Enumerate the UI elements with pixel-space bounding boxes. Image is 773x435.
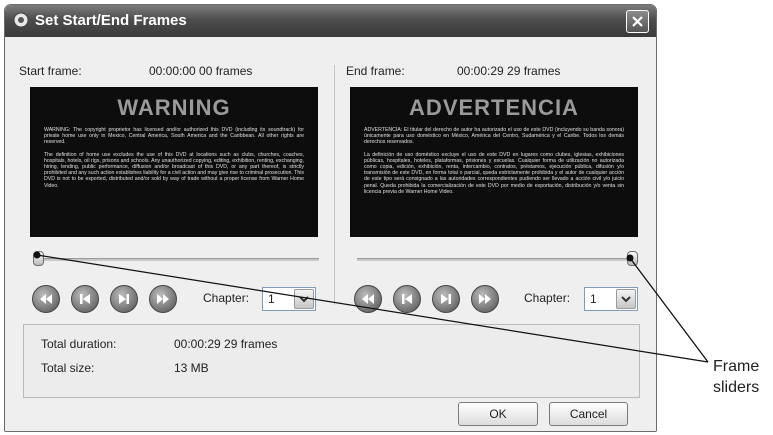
frame-sliders-annotation: Frame sliders [713,356,759,398]
end-slider-callout-line [629,257,709,363]
start-slider-callout-line [36,254,709,363]
end-slider-callout-dot [626,254,634,262]
annotation-lines [33,251,709,363]
annotation-line-2: sliders [713,379,760,396]
start-slider-callout-dot [33,251,41,259]
annotation-line-1: Frame [713,358,760,375]
